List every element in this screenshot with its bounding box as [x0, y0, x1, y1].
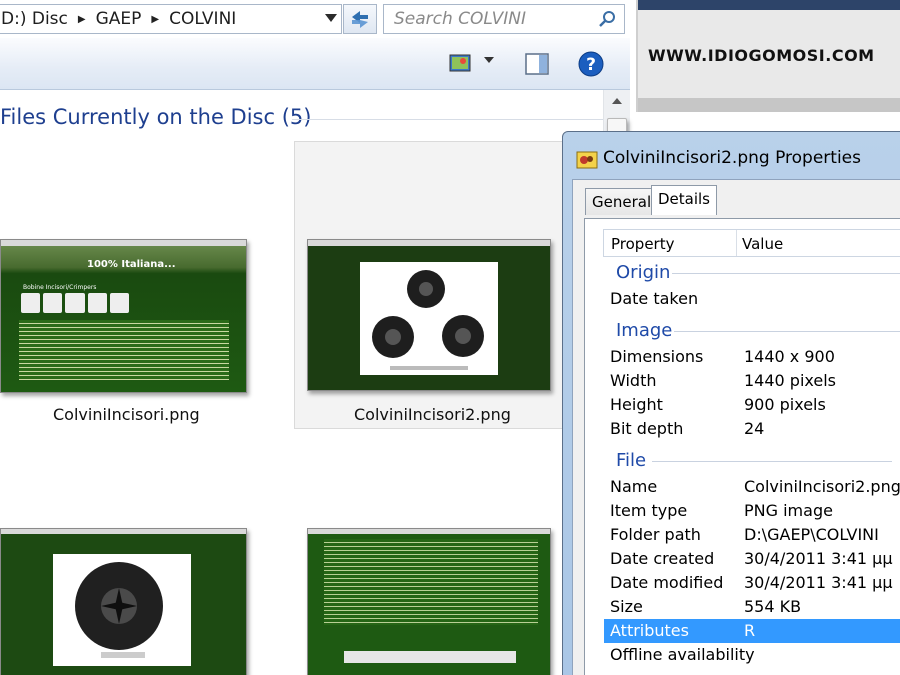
- property-value[interactable]: 24: [744, 419, 764, 438]
- property-name: Bit depth: [610, 419, 684, 438]
- row-date-modified[interactable]: Date modified 30/4/2011 3:41 μμ: [604, 571, 900, 595]
- row-dimensions[interactable]: Dimensions 1440 x 900: [604, 345, 900, 369]
- row-height[interactable]: Height 900 pixels: [604, 393, 900, 417]
- png-file-icon: [576, 151, 598, 169]
- row-name[interactable]: Name ColviniIncisori2.png: [604, 475, 900, 499]
- row-folder-path[interactable]: Folder path D:\GAEP\COLVINI: [604, 523, 900, 547]
- thumb-browser-bar: [308, 240, 550, 246]
- property-name: Height: [610, 395, 663, 414]
- thumb-image-popup: [360, 262, 498, 375]
- file-thumbnail[interactable]: [0, 528, 247, 675]
- refresh-button[interactable]: [343, 4, 377, 34]
- row-offline-availability[interactable]: Offline availability: [604, 643, 900, 667]
- row-date-taken[interactable]: Date taken: [604, 287, 900, 311]
- website-header-band: [638, 0, 900, 10]
- help-icon[interactable]: ?: [578, 51, 604, 77]
- property-value[interactable]: 30/4/2011 3:41 μμ: [744, 573, 893, 592]
- property-value[interactable]: PNG image: [744, 501, 833, 520]
- scroll-up-icon[interactable]: [612, 98, 622, 104]
- column-value[interactable]: Value: [742, 235, 783, 253]
- row-attributes-selected[interactable]: Attributes R: [604, 619, 900, 643]
- property-name: Attributes: [610, 621, 689, 640]
- property-name: Offline availability: [610, 645, 755, 664]
- preview-pane-icon[interactable]: [525, 53, 549, 75]
- website-logo[interactable]: WWW.IDIOGOMOSI.COM: [648, 46, 875, 65]
- property-name: Item type: [610, 501, 688, 520]
- section-divider: [672, 273, 900, 274]
- search-input[interactable]: Search COLVINI: [383, 4, 625, 34]
- property-value[interactable]: R: [744, 621, 755, 640]
- row-bit-depth[interactable]: Bit depth 24: [604, 417, 900, 441]
- group-divider: [292, 119, 610, 120]
- search-placeholder: Search COLVINI: [394, 9, 527, 29]
- section-divider: [652, 461, 892, 462]
- refresh-icon: [352, 11, 368, 28]
- file-name[interactable]: ColviniIncisori.png: [53, 405, 200, 424]
- file-name-selected[interactable]: ColviniIncisori2.png: [354, 405, 511, 424]
- breadcrumb-colvini[interactable]: COLVINI: [167, 9, 242, 29]
- property-name: Size: [610, 597, 643, 616]
- thumb-browser-bar: [1, 529, 246, 534]
- property-value[interactable]: ColviniIncisori2.png: [744, 477, 900, 496]
- group-header[interactable]: Files Currently on the Disc (5): [0, 105, 311, 129]
- file-thumbnail-selected[interactable]: [307, 239, 551, 391]
- section-image: Image: [616, 320, 673, 341]
- breadcrumb-separator-icon[interactable]: ▶: [78, 14, 86, 25]
- thumb-browser-bar: [1, 240, 246, 246]
- property-value[interactable]: 1440 pixels: [744, 371, 836, 390]
- row-item-type[interactable]: Item type PNG image: [604, 499, 900, 523]
- dialog-title: ColviniIncisori2.png Properties: [603, 148, 861, 168]
- thumb-browser-bar: [308, 529, 550, 534]
- property-value[interactable]: 30/4/2011 3:41 μμ: [744, 549, 893, 568]
- breadcrumb-gaep[interactable]: GAEP: [94, 9, 148, 29]
- property-name: Width: [610, 371, 657, 390]
- property-name: Date modified: [610, 573, 724, 592]
- row-date-created[interactable]: Date created 30/4/2011 3:41 μμ: [604, 547, 900, 571]
- property-value[interactable]: D:\GAEP\COLVINI: [744, 525, 879, 544]
- toolbar: ?: [0, 38, 630, 90]
- tab-general[interactable]: General: [585, 188, 659, 215]
- column-divider[interactable]: [736, 230, 737, 256]
- screen: D:) Disc ▶ GAEP ▶ COLVINI Search COLVINI: [0, 0, 900, 675]
- details-list-header: Property Value: [603, 229, 900, 257]
- section-origin: Origin: [616, 262, 671, 283]
- thumb-image-popup: [53, 554, 191, 666]
- property-value[interactable]: 900 pixels: [744, 395, 826, 414]
- thumb-text-block: [324, 539, 538, 625]
- file-thumbnail[interactable]: 100% Italiana... Bobine Incisori/Crimper…: [0, 239, 247, 393]
- change-view-icon[interactable]: [449, 53, 471, 73]
- property-name: Dimensions: [610, 347, 704, 366]
- thumb-heading: Bobine Incisori/Crimpers: [23, 284, 97, 291]
- property-name: Date taken: [610, 289, 699, 308]
- section-file: File: [616, 450, 647, 471]
- row-size[interactable]: Size 554 KB: [604, 595, 900, 619]
- breadcrumb-drive[interactable]: D:) Disc: [0, 9, 74, 29]
- thumb-product-row: [21, 293, 130, 313]
- search-icon[interactable]: [598, 10, 616, 28]
- address-bar[interactable]: D:) Disc ▶ GAEP ▶ COLVINI: [0, 4, 342, 34]
- thumb-footer-bar: [344, 651, 516, 663]
- property-value[interactable]: 554 KB: [744, 597, 801, 616]
- tab-details[interactable]: Details: [651, 185, 718, 215]
- view-options-dropdown-icon[interactable]: [484, 57, 494, 63]
- property-name: Folder path: [610, 525, 701, 544]
- breadcrumb-separator-icon[interactable]: ▶: [151, 14, 159, 25]
- website-shade: [638, 98, 900, 112]
- section-divider: [674, 331, 900, 332]
- file-thumbnail[interactable]: [307, 528, 551, 675]
- address-dropdown-icon[interactable]: [325, 14, 337, 22]
- property-value[interactable]: 1440 x 900: [744, 347, 835, 366]
- column-property[interactable]: Property: [611, 235, 674, 253]
- property-name: Date created: [610, 549, 715, 568]
- thumb-text-block: [19, 320, 229, 380]
- svg-text:?: ?: [586, 55, 596, 75]
- property-name: Name: [610, 477, 658, 496]
- row-width[interactable]: Width 1440 pixels: [604, 369, 900, 393]
- thumb-banner-text: 100% Italiana...: [87, 259, 176, 270]
